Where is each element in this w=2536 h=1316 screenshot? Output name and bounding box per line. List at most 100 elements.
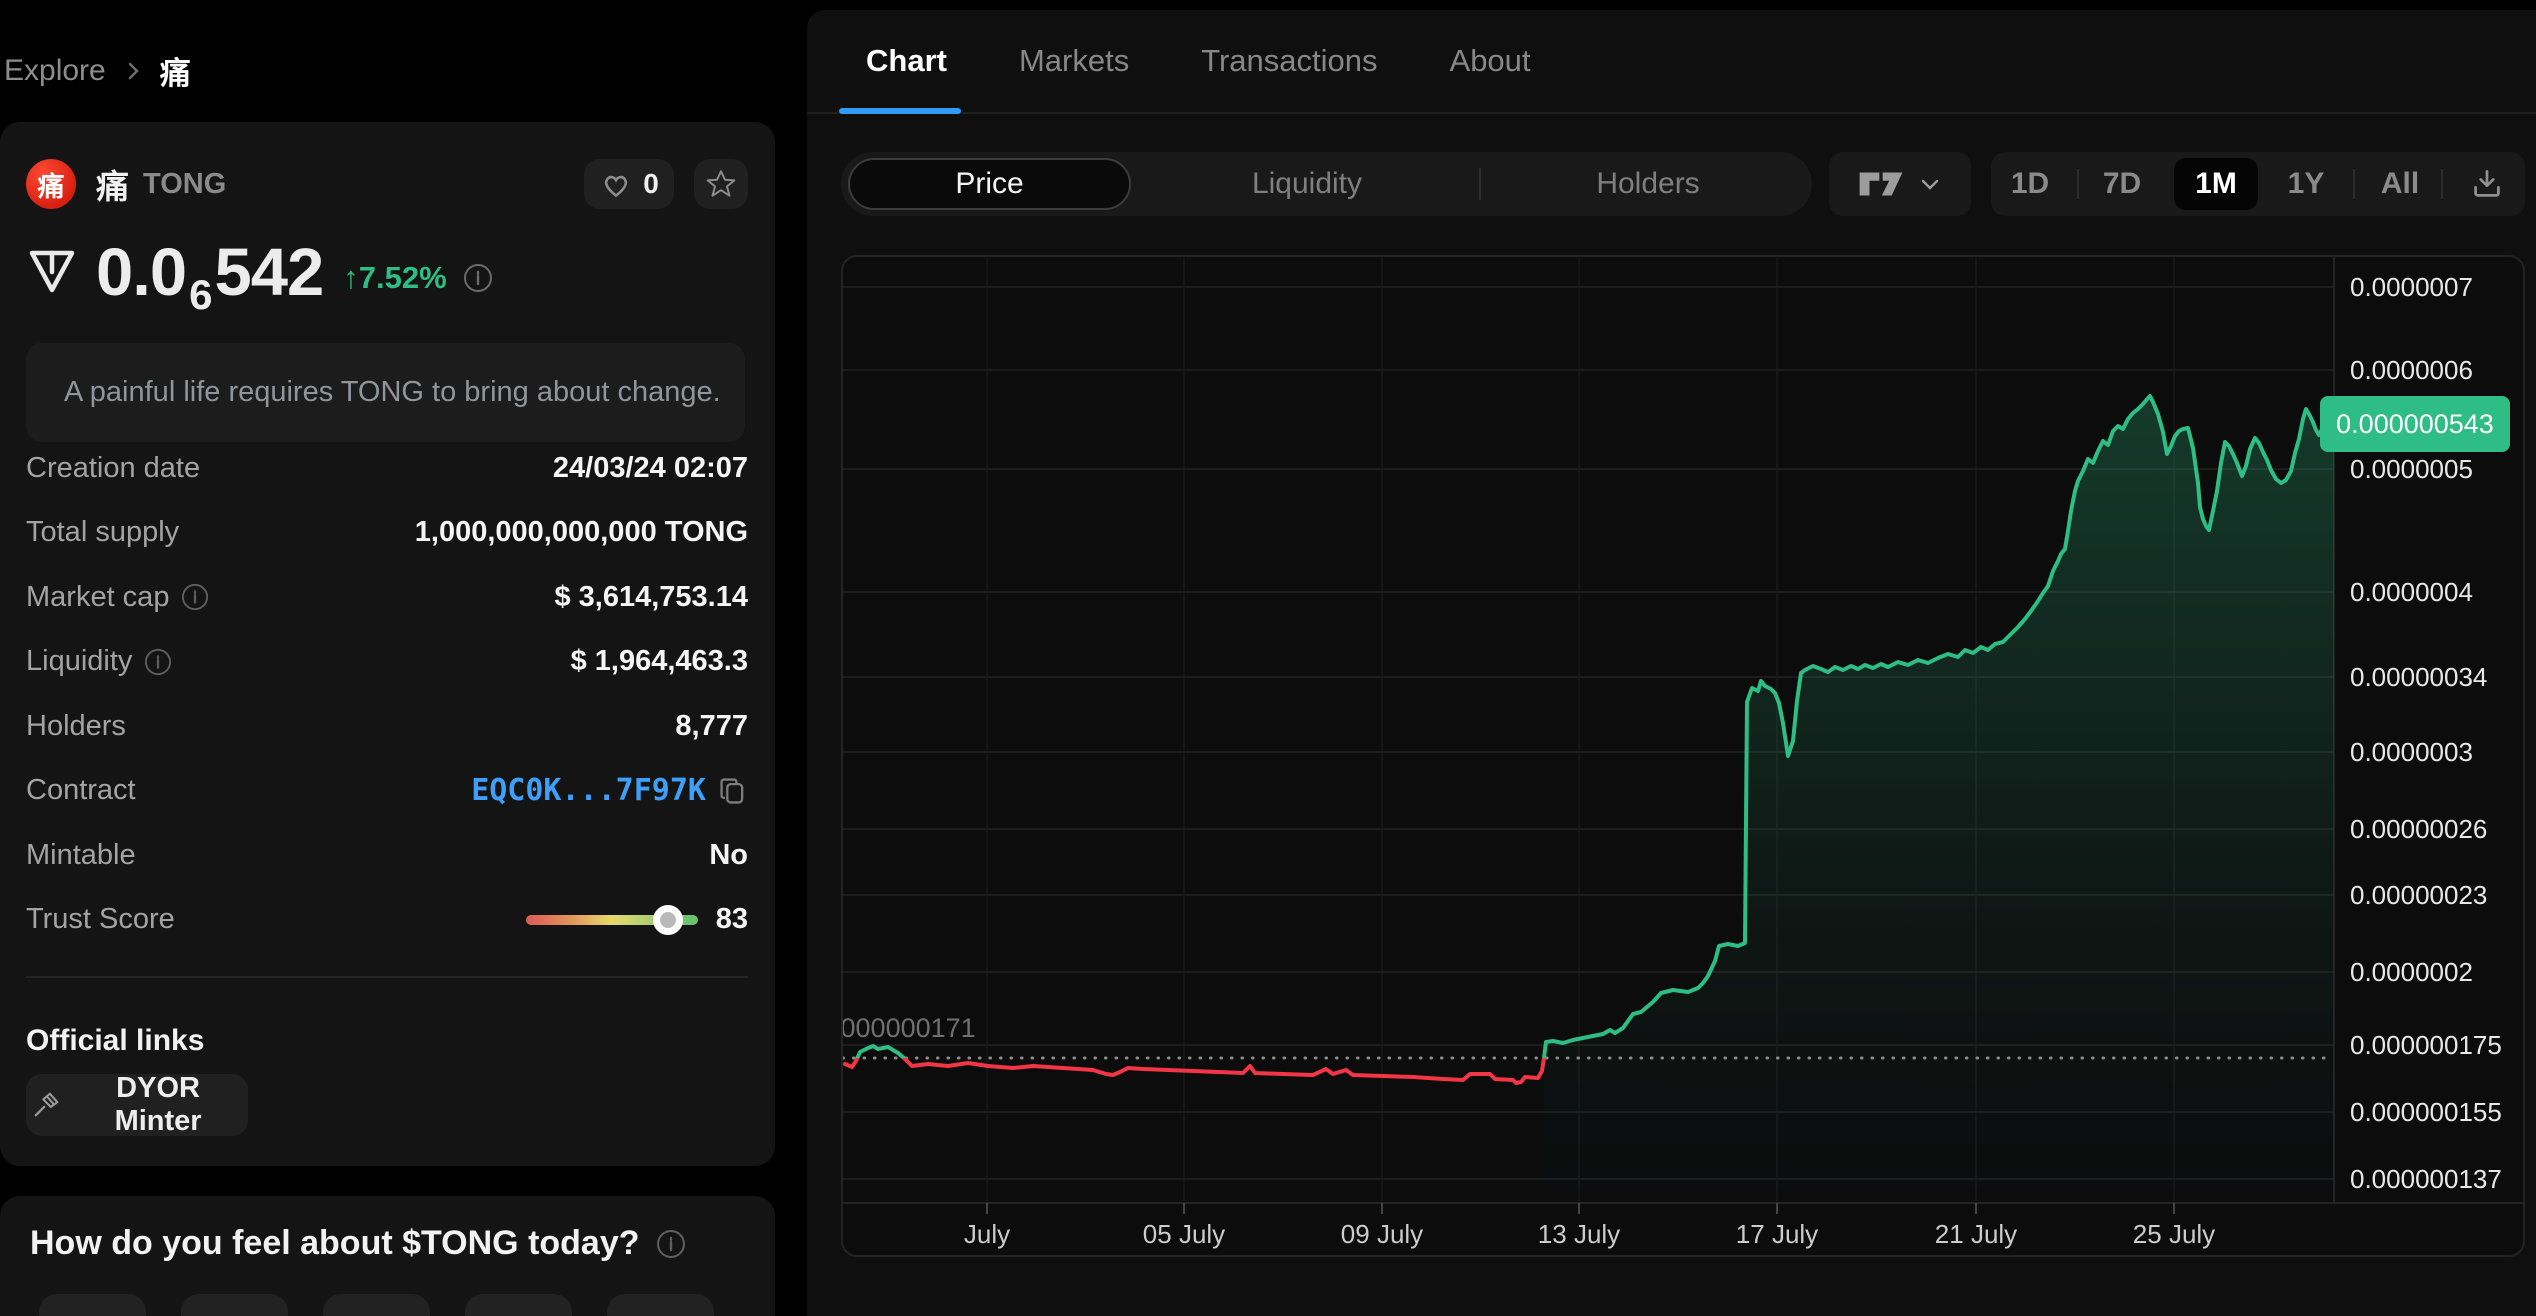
tab-transactions[interactable]: Transactions xyxy=(1201,43,1377,79)
timeframe-1m-active[interactable]: 1M xyxy=(2174,158,2258,210)
like-button[interactable]: 0 xyxy=(584,159,674,209)
y-axis-label: 0.0000007 xyxy=(2350,272,2473,302)
copy-icon[interactable] xyxy=(718,775,748,807)
stat-label: Liquidity xyxy=(26,645,133,678)
price-chart-canvas[interactable] xyxy=(843,257,2525,1257)
token-ticker: TONG xyxy=(143,167,227,200)
x-axis-label: 05 July xyxy=(1142,1219,1226,1249)
stat-label: Trust Score xyxy=(26,903,175,936)
token-avatar: 痛 xyxy=(26,159,76,209)
stat-row-contract: Contract EQC0K...7F97K xyxy=(26,759,748,824)
like-count: 0 xyxy=(643,168,659,199)
stat-value: No xyxy=(709,838,748,871)
chart-mode-segmented-control: Price Liquidity Holders xyxy=(841,152,1812,216)
token-price: 0.0 6 542 xyxy=(96,234,325,318)
stat-value: 1,000,000,000,000 TONG xyxy=(414,516,748,549)
sentiment-heading: How do you feel about $TONG today? xyxy=(30,1224,686,1263)
chevron-right-icon xyxy=(128,62,139,79)
segment-holders[interactable]: Holders xyxy=(1508,152,1788,216)
stat-value: $ 3,614,753.14 xyxy=(554,580,748,613)
timeframe-all[interactable]: All xyxy=(2365,152,2435,216)
info-icon[interactable] xyxy=(656,1229,686,1259)
timeframe-7d[interactable]: 7D xyxy=(2087,152,2157,216)
x-axis-label: 13 July xyxy=(1537,1219,1621,1249)
token-stats: Creation date 24/03/24 02:07 Total suppl… xyxy=(26,436,748,952)
breadcrumb-explore-link[interactable]: Explore xyxy=(4,54,106,88)
tab-markets[interactable]: Markets xyxy=(1019,43,1129,79)
stat-row-liquidity: Liquidity $ 1,964,463.3 xyxy=(26,630,748,695)
tab-chart[interactable]: Chart xyxy=(866,43,947,79)
stat-row-market-cap: Market cap $ 3,614,753.14 xyxy=(26,565,748,630)
tab-about[interactable]: About xyxy=(1450,43,1531,79)
section-divider xyxy=(26,976,748,978)
x-axis-label: 09 July xyxy=(1340,1219,1424,1249)
official-links-heading: Official links xyxy=(26,1024,205,1057)
sentiment-question: How do you feel about $TONG today? xyxy=(30,1224,640,1262)
trust-score-slider[interactable] xyxy=(525,904,698,935)
info-icon[interactable] xyxy=(144,648,172,676)
stat-value: $ 1,964,463.3 xyxy=(570,645,748,678)
segment-liquidity[interactable]: Liquidity xyxy=(1167,152,1447,216)
y-axis-label: 0.000000155 xyxy=(2350,1097,2502,1127)
timeframe-1d[interactable]: 1D xyxy=(1995,152,2065,216)
timeframe-1y[interactable]: 1Y xyxy=(2271,152,2341,216)
price-chart[interactable]: 0.0000007 0.0000006 0.0000005 0.0000004 0.00… xyxy=(841,255,2525,1257)
trust-score-value: 83 xyxy=(715,903,748,936)
price-subscript: 6 xyxy=(189,270,212,318)
timeframe-divider xyxy=(2077,169,2079,199)
y-axis-label: 0.0000004 xyxy=(2350,577,2473,607)
sentiment-option-button[interactable] xyxy=(607,1294,714,1316)
breadcrumb-current: 痛 xyxy=(159,56,191,91)
ton-logo-icon xyxy=(29,250,75,293)
dyor-minter-link[interactable]: DYOR Minter xyxy=(26,1072,248,1137)
segment-divider xyxy=(1479,168,1481,200)
segment-price[interactable]: Price xyxy=(848,158,1131,210)
stat-label: Total supply xyxy=(26,516,180,549)
sentiment-option-button[interactable] xyxy=(181,1294,288,1316)
download-icon xyxy=(2474,170,2500,197)
y-axis-label: 0.0000005 xyxy=(2350,454,2473,484)
token-page: Explore 痛 痛 痛 TONG 0 0.0 6 542 ↑7.52% A … xyxy=(0,0,2536,1316)
trust-score-knob[interactable] xyxy=(653,904,684,935)
y-axis-label: 0.0000002 xyxy=(2350,957,2473,987)
info-icon[interactable] xyxy=(463,263,493,293)
tradingview-dropdown-button[interactable] xyxy=(1829,152,1971,216)
info-icon[interactable] xyxy=(181,583,209,611)
y-axis-label: 0.000000175 xyxy=(2350,1030,2502,1060)
sentiment-option-button[interactable] xyxy=(39,1294,146,1316)
x-axis-label: 17 July xyxy=(1735,1219,1819,1249)
sentiment-option-button[interactable] xyxy=(465,1294,572,1316)
token-description: A painful life requires TONG to bring ab… xyxy=(26,343,745,442)
heart-icon xyxy=(605,175,628,198)
price-change-badge: ↑7.52% xyxy=(343,260,447,295)
download-chart-button[interactable] xyxy=(2463,166,2511,202)
token-overview-card: 痛 痛 TONG 0 0.0 6 542 ↑7.52% A painful li… xyxy=(0,122,775,1166)
tradingview-logo-icon xyxy=(1859,172,1903,196)
y-axis-label: 0.00000023 xyxy=(2350,880,2488,910)
stat-value: 24/03/24 02:07 xyxy=(552,451,748,484)
stat-row-total-supply: Total supply 1,000,000,000,000 TONG xyxy=(26,501,748,566)
contract-address-link[interactable]: EQC0K...7F97K xyxy=(471,773,706,808)
active-tab-indicator xyxy=(839,108,961,114)
token-name: 痛 xyxy=(96,168,129,205)
sentiment-card: How do you feel about $TONG today? xyxy=(0,1196,775,1316)
dyor-minter-label: DYOR Minter xyxy=(114,1072,202,1137)
sentiment-options xyxy=(39,1294,714,1316)
x-axis-label: 25 July xyxy=(2132,1219,2216,1249)
price-row: 0.0 6 542 ↑7.52% xyxy=(28,235,493,318)
x-axis-label: July xyxy=(963,1219,1011,1249)
price-digits: 542 xyxy=(214,234,325,310)
chevron-down-icon xyxy=(1921,179,1939,190)
sentiment-option-button[interactable] xyxy=(323,1294,430,1316)
stat-label: Market cap xyxy=(26,580,170,613)
stat-row-creation-date: Creation date 24/03/24 02:07 xyxy=(26,436,748,501)
timeframe-divider xyxy=(2353,169,2355,199)
y-axis-label: 0.00000034 xyxy=(2350,662,2488,692)
favorite-button[interactable] xyxy=(694,159,748,209)
last-price-tag: 0.000000543 xyxy=(2320,396,2510,452)
stat-label: Holders xyxy=(26,709,126,742)
token-header: 痛 痛 TONG 0 xyxy=(26,158,748,210)
x-axis-label: 21 July xyxy=(1934,1219,2018,1249)
y-axis-label: 0.0000003 xyxy=(2350,737,2473,767)
star-icon xyxy=(706,170,736,197)
